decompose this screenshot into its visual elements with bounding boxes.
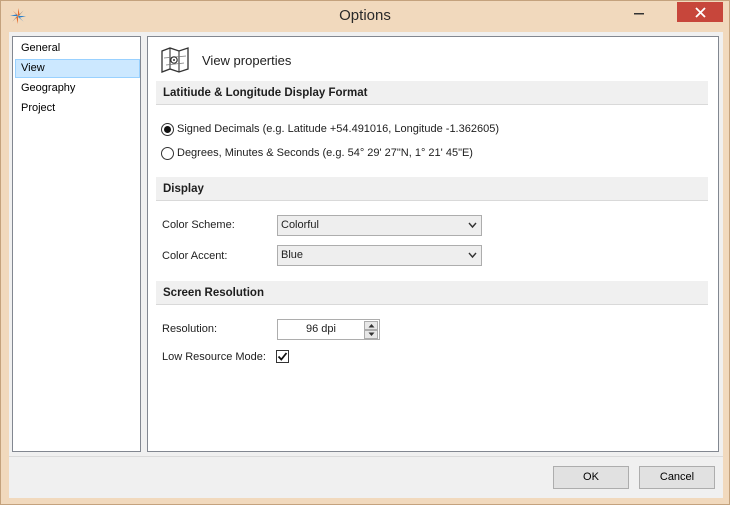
radio-button-checked[interactable] (161, 122, 174, 136)
title-bar[interactable]: Options (1, 1, 729, 32)
footer-divider (9, 456, 723, 457)
color-scheme-label: Color Scheme: (162, 219, 235, 231)
color-accent-label: Color Accent: (162, 250, 228, 262)
color-scheme-value: Colorful (281, 219, 319, 231)
color-scheme-select[interactable]: Colorful (277, 215, 482, 236)
section-header-display: Display (156, 177, 708, 201)
resolution-spinbox[interactable]: 96 dpi (277, 319, 380, 340)
panel-title: View properties (202, 53, 292, 68)
close-button[interactable] (677, 2, 723, 22)
nav-item-view[interactable]: View (15, 59, 140, 78)
color-accent-select[interactable]: Blue (277, 245, 482, 266)
nav-item-general[interactable]: General (15, 39, 140, 58)
nav-item-project[interactable]: Project (15, 99, 140, 118)
minimize-icon[interactable] (631, 5, 647, 19)
radio-dms[interactable]: Degrees, Minutes & Seconds (e.g. 54° 29'… (161, 145, 473, 161)
category-list[interactable]: General View Geography Project (12, 36, 141, 452)
chevron-down-icon (368, 332, 374, 336)
chevron-up-icon (368, 324, 374, 328)
cancel-button[interactable]: Cancel (639, 466, 715, 489)
settings-panel: View properties Latitiude & Longitude Di… (147, 36, 719, 452)
radio-button[interactable] (161, 146, 174, 160)
radio-label: Signed Decimals (e.g. Latitude +54.49101… (177, 123, 499, 135)
dialog-client: General View Geography Project View prop… (9, 32, 723, 498)
ok-button[interactable]: OK (553, 466, 629, 489)
resolution-label: Resolution: (162, 323, 218, 335)
checkmark-icon (277, 352, 288, 361)
resolution-value[interactable]: 96 dpi (278, 323, 364, 335)
section-header-resolution: Screen Resolution (156, 281, 708, 305)
window-title: Options (339, 7, 391, 24)
spin-up-button[interactable] (364, 321, 378, 330)
nav-item-geography[interactable]: Geography (15, 79, 140, 98)
low-resource-checkbox[interactable] (276, 350, 289, 363)
radio-label: Degrees, Minutes & Seconds (e.g. 54° 29'… (177, 147, 473, 159)
close-icon (694, 6, 706, 18)
spin-down-button[interactable] (364, 330, 378, 339)
options-window: Options General View Geography Project V… (0, 0, 730, 505)
chevron-down-icon (468, 252, 477, 259)
section-header-latlon: Latitiude & Longitude Display Format (156, 81, 708, 105)
chevron-down-icon (468, 222, 477, 229)
map-icon (161, 47, 189, 73)
color-accent-value: Blue (281, 249, 304, 261)
low-resource-label: Low Resource Mode: (162, 351, 266, 363)
radio-signed-decimals[interactable]: Signed Decimals (e.g. Latitude +54.49101… (161, 121, 499, 137)
